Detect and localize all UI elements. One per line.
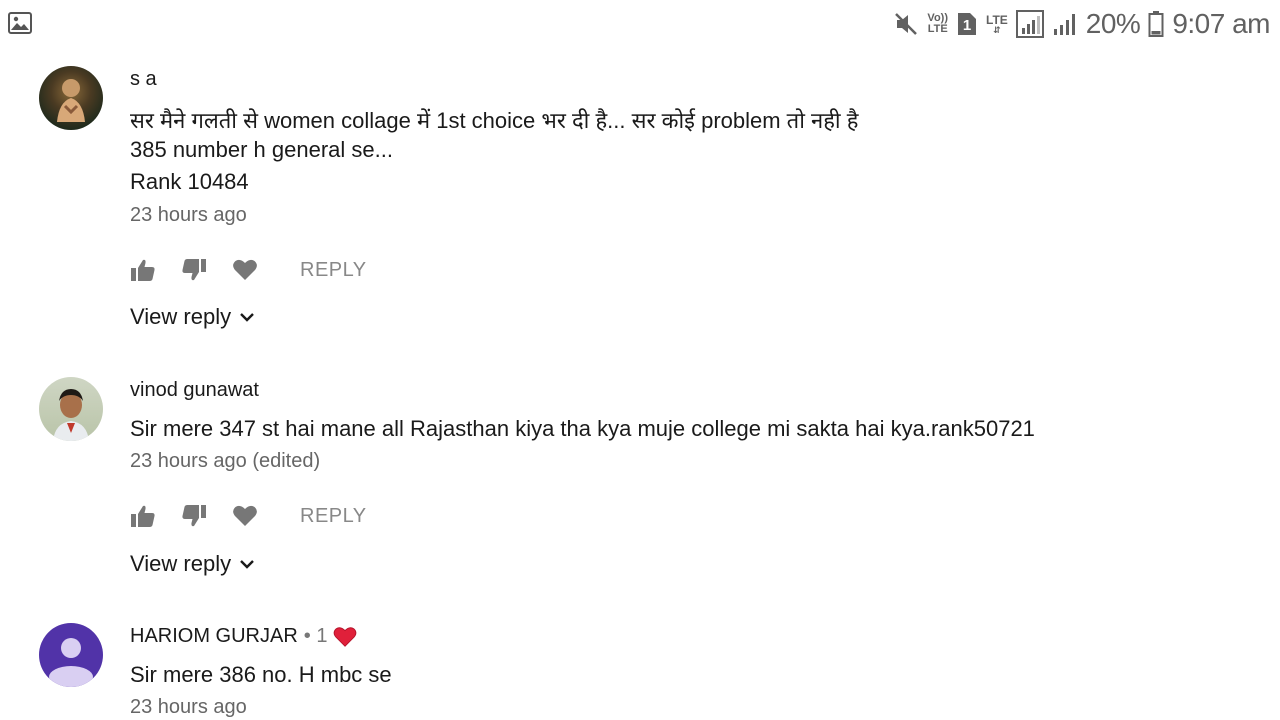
view-reply-label: View reply [130, 551, 232, 576]
sim-slot-number: 1 [962, 16, 972, 34]
thumbs-up-icon [131, 505, 155, 527]
avatar[interactable] [39, 377, 103, 441]
comment-text-line: Sir mere 386 no. H mbc se [130, 662, 392, 687]
lte-label: LTE [986, 12, 1008, 27]
mute-icon [893, 11, 919, 37]
comment-timestamp: 23 hours ago (edited) [130, 450, 321, 472]
comment-author[interactable]: s a [130, 68, 157, 91]
volte-bottom-label: LTE [927, 23, 948, 35]
lte-data-icon: LTE ⇵ [986, 12, 1008, 35]
comment-text-line: सर मैने गलती से women collage में 1st ch… [130, 108, 859, 133]
thumbs-down-icon [182, 259, 206, 281]
battery-percent: 20% [1085, 8, 1141, 39]
view-reply-button[interactable]: View reply [130, 304, 255, 330]
reply-button[interactable]: REPLY [300, 259, 367, 282]
author-name[interactable]: HARIOM GURJAR [130, 625, 298, 648]
sim-icon: 1 [956, 11, 978, 37]
heart-icon [233, 505, 257, 526]
thumbs-up-icon [131, 259, 155, 281]
comment-actions: REPLY [130, 255, 367, 285]
avatar[interactable] [39, 623, 103, 687]
author-name[interactable]: vinod gunawat [130, 379, 259, 402]
signal-icon [1015, 10, 1044, 38]
comment-author[interactable]: vinod gunawat [130, 379, 259, 402]
like-button[interactable] [130, 257, 156, 283]
comment-actions: REPLY [130, 501, 367, 531]
default-user-icon [49, 638, 93, 687]
status-bar: Vo)) LTE 1 LTE ⇵ 20% 9:07 am [0, 0, 1280, 48]
heart-button[interactable] [232, 503, 258, 529]
comment-text-line: Rank 10484 [130, 169, 249, 194]
dislike-button[interactable] [181, 257, 207, 283]
battery-icon [1148, 10, 1164, 38]
comment-timestamp: 23 hours ago [130, 204, 247, 226]
reply-button[interactable]: REPLY [300, 505, 367, 528]
heart-icon [334, 626, 357, 647]
heart-icon [233, 259, 257, 280]
thumbs-down-icon [182, 505, 206, 527]
comment-author[interactable]: HARIOM GURJAR • 1 [130, 625, 357, 648]
gallery-icon [8, 12, 32, 34]
clock: 9:07 am [1172, 8, 1270, 39]
like-button[interactable] [130, 503, 156, 529]
signal-icon [1052, 11, 1078, 37]
volte-icon: Vo)) LTE [927, 13, 948, 35]
heart-button[interactable] [232, 257, 258, 283]
comment-text-line: Sir mere 347 st hai mane all Rajasthan k… [130, 416, 1035, 441]
dislike-button[interactable] [181, 503, 207, 529]
heart-count: • 1 [303, 625, 328, 647]
chevron-down-icon [240, 560, 254, 569]
chevron-down-icon [240, 313, 254, 322]
author-name[interactable]: s a [130, 68, 157, 91]
comment-text-line: 385 number h general se... [130, 137, 393, 162]
view-reply-button[interactable]: View reply [130, 551, 255, 577]
view-reply-label: View reply [130, 304, 232, 329]
avatar[interactable] [39, 66, 103, 130]
comment-timestamp: 23 hours ago [130, 696, 247, 718]
